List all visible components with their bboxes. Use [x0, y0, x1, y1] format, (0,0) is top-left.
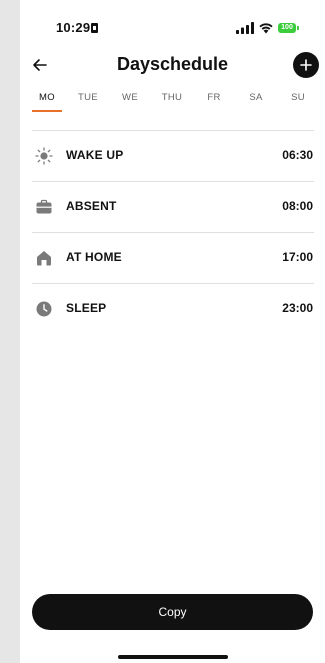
wifi-icon — [259, 23, 273, 34]
active-tab-indicator — [32, 110, 62, 112]
schedule-time: 23:00 — [282, 301, 313, 315]
tab-friday[interactable]: FR — [194, 92, 234, 114]
briefcase-icon — [36, 199, 52, 214]
schedule-time: 06:30 — [282, 148, 313, 162]
app-screen: 10:29 100 Dayschedule MO TUE WE THU FR S… — [20, 0, 325, 663]
tab-saturday[interactable]: SA — [236, 92, 276, 114]
battery-icon: 100 — [278, 23, 299, 33]
schedule-row-absent[interactable]: ABSENT 08:00 — [20, 182, 325, 232]
tab-sunday[interactable]: SU — [278, 92, 318, 114]
day-tabs: MO TUE WE THU FR SA SU — [20, 92, 325, 118]
clock-icon — [36, 301, 52, 317]
schedule-label: AT HOME — [66, 250, 122, 264]
copy-button[interactable]: Copy — [32, 594, 313, 630]
schedule-label: ABSENT — [66, 199, 117, 213]
schedule-label: SLEEP — [66, 301, 107, 315]
plus-icon — [300, 59, 312, 71]
schedule-row-wake-up[interactable]: WAKE UP 06:30 — [20, 131, 325, 181]
home-indicator — [118, 655, 228, 659]
home-icon — [37, 251, 51, 266]
schedule-time: 17:00 — [282, 250, 313, 264]
sim-card-icon — [91, 23, 98, 33]
schedule-time: 08:00 — [282, 199, 313, 213]
status-bar: 10:29 100 — [20, 0, 325, 40]
page-title: Dayschedule — [116, 54, 229, 74]
schedule-row-at-home[interactable]: AT HOME 17:00 — [20, 233, 325, 283]
tab-tuesday[interactable]: TUE — [68, 92, 108, 114]
tab-wednesday[interactable]: WE — [110, 92, 150, 114]
tab-thursday[interactable]: THU — [152, 92, 192, 114]
cellular-signal-icon — [236, 22, 254, 34]
status-time: 10:29 — [56, 20, 91, 35]
schedule-label: WAKE UP — [66, 148, 124, 162]
add-button[interactable] — [293, 52, 319, 78]
schedule-row-sleep[interactable]: SLEEP 23:00 — [20, 284, 325, 334]
sun-icon — [35, 147, 53, 165]
